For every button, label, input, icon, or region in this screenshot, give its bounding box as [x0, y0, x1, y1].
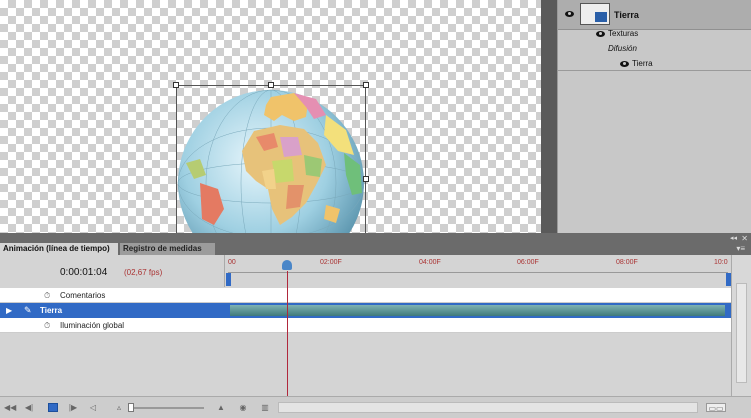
app-window: Tierra Texturas Difusión Tierra ◂◂ ✕ Ani…: [0, 0, 751, 418]
brush-icon: ✎: [24, 305, 32, 315]
eye-icon[interactable]: [565, 11, 574, 17]
scrollbar-thumb[interactable]: [736, 283, 747, 383]
textures-label: Texturas: [608, 29, 639, 38]
layer-thumbnail: [580, 3, 610, 25]
audio-icon[interactable]: ◁: [88, 403, 98, 412]
first-frame-icon[interactable]: ◀◀: [4, 403, 16, 412]
layer-clip[interactable]: [230, 305, 725, 316]
timecode[interactable]: 0:00:01:04: [60, 267, 107, 278]
global-light-label: Iluminación global: [60, 321, 125, 330]
globe-3d-object[interactable]: [176, 85, 366, 233]
fps-readout: (02,67 fps): [124, 268, 163, 277]
close-icon[interactable]: ✕: [741, 234, 748, 243]
zoom-in-icon[interactable]: ▲: [214, 403, 228, 412]
panel-tab-bar: ◂◂ ✕ Animación (línea de tiempo) Registr…: [0, 233, 751, 255]
prev-frame-icon[interactable]: ◀|: [24, 403, 34, 412]
global-light-row[interactable]: ⏱ Iluminación global: [0, 318, 731, 333]
timeline-panel: 0:00:01:04 (02,67 fps) 00 02:00F 04:00F …: [0, 255, 751, 418]
texture-item-label: Tierra: [632, 59, 653, 68]
ruler-label: 00: [228, 259, 236, 266]
ruler-label: 10:0: [714, 259, 728, 266]
delete-icon[interactable]: ▥: [260, 403, 270, 412]
vertical-scrollbar[interactable]: [731, 255, 751, 396]
diffusion-row: Difusión: [558, 41, 751, 56]
ruler-label: 04:00F: [419, 259, 441, 266]
zoom-slider-thumb[interactable]: [128, 403, 134, 412]
time-display: 0:00:01:04 (02,67 fps): [0, 255, 225, 287]
eye-icon[interactable]: [620, 61, 629, 67]
stopwatch-icon[interactable]: ⏱: [44, 321, 50, 331]
collapse-panel-icon[interactable]: ◂◂: [730, 234, 737, 242]
expand-triangle-icon[interactable]: ▶: [6, 306, 12, 315]
zoom-out-icon[interactable]: ▵: [114, 403, 124, 412]
layer-track-label: Tierra: [40, 306, 63, 315]
document-canvas[interactable]: [0, 0, 548, 245]
stopwatch-icon[interactable]: ⏱: [44, 291, 50, 301]
next-frame-icon[interactable]: |▶: [68, 403, 78, 412]
ruler-baseline: [228, 272, 728, 273]
layer-name: Tierra: [614, 10, 639, 20]
timeline-footer: ◀◀ ◀| |▶ ◁ ▵ ▲ ◉ ▥ ▭▭: [0, 396, 751, 418]
zoom-slider[interactable]: [128, 403, 204, 412]
tab-measures[interactable]: Registro de medidas: [120, 243, 215, 255]
menu-icon[interactable]: ▾≡: [736, 244, 745, 253]
ruler-label: 02:00F: [320, 259, 342, 266]
layers-panel: Tierra Texturas Difusión Tierra: [557, 0, 751, 233]
render-icon[interactable]: ◉: [238, 403, 248, 412]
eye-icon[interactable]: [596, 31, 605, 37]
layer-track-row[interactable]: ▶ ✎ Tierra: [0, 303, 731, 318]
ruler-label: 06:00F: [517, 259, 539, 266]
work-area-start[interactable]: [226, 273, 231, 286]
comments-row[interactable]: ⏱ Comentarios: [0, 288, 731, 303]
diffusion-label: Difusión: [608, 44, 637, 53]
time-ruler[interactable]: 00 02:00F 04:00F 06:00F 08:00F 10:0: [226, 255, 731, 287]
playhead-handle[interactable]: [282, 260, 292, 270]
stop-icon[interactable]: [48, 403, 58, 412]
comments-label: Comentarios: [60, 291, 106, 300]
texture-item-row[interactable]: Tierra: [558, 56, 751, 71]
tab-animation[interactable]: Animación (línea de tiempo): [0, 243, 118, 255]
panel-options-icon[interactable]: ▭▭: [706, 403, 726, 413]
playhead-line: [287, 271, 288, 396]
textures-row[interactable]: Texturas: [558, 26, 751, 41]
3d-layer-icon: [595, 12, 607, 22]
horizontal-scrollbar[interactable]: [278, 402, 698, 413]
ruler-label: 08:00F: [616, 259, 638, 266]
